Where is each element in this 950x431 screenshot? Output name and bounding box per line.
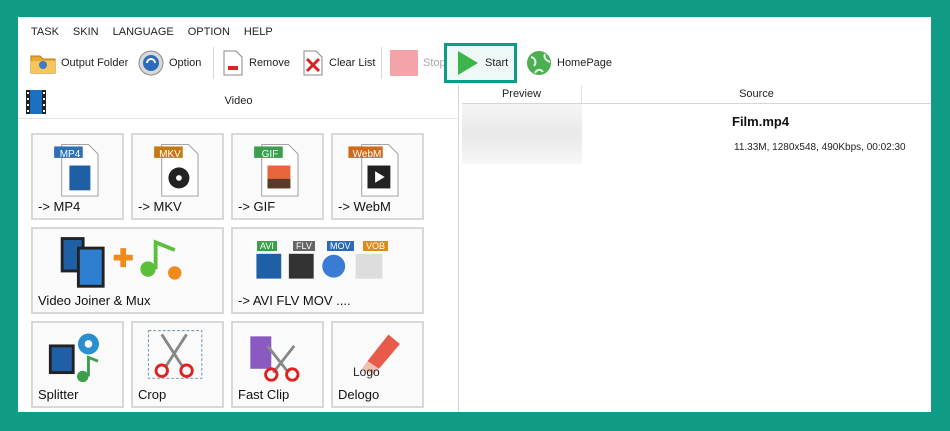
menu-language[interactable]: LANGUAGE xyxy=(106,23,181,41)
file-list: Preview Source Film.mp4 11.33M, 1280x548… xyxy=(462,85,931,412)
toolbar: Output Folder Option Remove Clear List S… xyxy=(18,43,931,83)
tile-to-webm[interactable]: WebM -> WebM xyxy=(331,133,424,220)
flv-badge: FLV xyxy=(293,241,315,251)
globe-icon xyxy=(527,51,551,75)
webm-badge-text: WebM xyxy=(353,149,382,159)
start-button[interactable]: Start xyxy=(444,43,518,83)
tile-fast-clip[interactable]: Fast Clip xyxy=(231,321,324,408)
tile-to-mkv[interactable]: MKV -> MKV xyxy=(131,133,224,220)
tile-delogo[interactable]: Logo Delogo xyxy=(331,321,424,408)
vob-badge: VOB xyxy=(363,241,389,251)
stop-icon xyxy=(390,50,418,76)
clear-list-icon xyxy=(303,50,323,76)
preview-thumbnail xyxy=(462,104,582,164)
menu-option[interactable]: OPTION xyxy=(181,23,237,41)
mp4-badge-text: MP4 xyxy=(60,149,81,159)
tile-video-joiner-mux[interactable]: Video Joiner & Mux xyxy=(31,227,224,314)
folder-icon xyxy=(30,55,56,74)
remove-button[interactable]: Remove xyxy=(221,47,290,79)
tile-label: -> MKV xyxy=(138,199,182,214)
tile-label: -> WebM xyxy=(338,199,391,214)
start-label: Start xyxy=(485,57,509,69)
mp4-badge: MP4 xyxy=(60,149,81,159)
tile-label: -> MP4 xyxy=(38,199,81,214)
gif-badge: GIF xyxy=(262,149,279,159)
tile-to-avi-flv-mov[interactable]: AVI FLV MOV VOB -> AVI FLV MOV .... xyxy=(231,227,424,314)
option-label: Option xyxy=(169,57,202,69)
toolbar-separator xyxy=(381,47,382,79)
remove-label: Remove xyxy=(249,57,290,69)
play-icon xyxy=(458,51,478,75)
tile-to-gif[interactable]: GIF -> GIF xyxy=(231,133,324,220)
output-folder-button[interactable]: Output Folder xyxy=(29,47,128,79)
gif-badge-text: GIF xyxy=(262,149,279,159)
panel-header: Video xyxy=(18,85,459,119)
tile-crop[interactable]: Crop xyxy=(131,321,224,408)
app-window: TASK SKIN LANGUAGE OPTION HELP Output Fo… xyxy=(18,17,931,412)
homepage-label: HomePage xyxy=(557,57,613,69)
remove-file-icon xyxy=(223,50,243,76)
output-folder-label: Output Folder xyxy=(61,57,129,69)
tile-label: Delogo xyxy=(338,387,380,402)
clear-list-label: Clear List xyxy=(329,57,376,69)
file-info: 11.33M, 1280x548, 490Kbps, 00:02:30 xyxy=(734,142,906,153)
toolbar-separator xyxy=(213,47,214,79)
logo-text: Logo xyxy=(353,365,380,379)
tile-label: -> AVI FLV MOV .... xyxy=(238,293,351,308)
option-button[interactable]: Option xyxy=(137,47,201,79)
avi-badge: AVI xyxy=(257,241,277,251)
file-row[interactable]: Film.mp4 11.33M, 1280x548, 490Kbps, 00:0… xyxy=(462,104,931,164)
tile-label: Crop xyxy=(138,387,167,402)
column-header-source[interactable]: Source xyxy=(582,85,931,104)
mkv-badge-text: MKV xyxy=(159,149,181,159)
mkv-badge: MKV xyxy=(159,149,181,159)
gear-icon xyxy=(138,50,164,76)
video-task-panel: Video MP4 -> MP4 MKV -> MKV GIF -> GIF W… xyxy=(18,85,459,412)
menu-task[interactable]: TASK xyxy=(18,23,66,41)
column-header-preview[interactable]: Preview xyxy=(462,85,582,104)
tile-label: Fast Clip xyxy=(238,387,290,402)
menu-skin[interactable]: SKIN xyxy=(66,23,106,41)
file-name: Film.mp4 xyxy=(732,114,790,129)
menu-bar: TASK SKIN LANGUAGE OPTION HELP xyxy=(18,23,280,41)
mov-badge: MOV xyxy=(327,241,354,251)
tile-label: -> GIF xyxy=(238,199,276,214)
tile-to-mp4[interactable]: MP4 -> MP4 xyxy=(31,133,124,220)
stop-button[interactable]: Stop xyxy=(389,47,446,79)
panel-title: Video xyxy=(224,95,253,107)
stop-label: Stop xyxy=(423,57,446,69)
clear-list-button[interactable]: Clear List xyxy=(301,47,375,79)
tile-splitter[interactable]: Splitter xyxy=(31,321,124,408)
menu-help[interactable]: HELP xyxy=(237,23,280,41)
webm-badge: WebM xyxy=(353,149,382,159)
homepage-button[interactable]: HomePage xyxy=(525,47,612,79)
tile-label: Video Joiner & Mux xyxy=(38,293,151,308)
tile-label: Splitter xyxy=(38,387,79,402)
